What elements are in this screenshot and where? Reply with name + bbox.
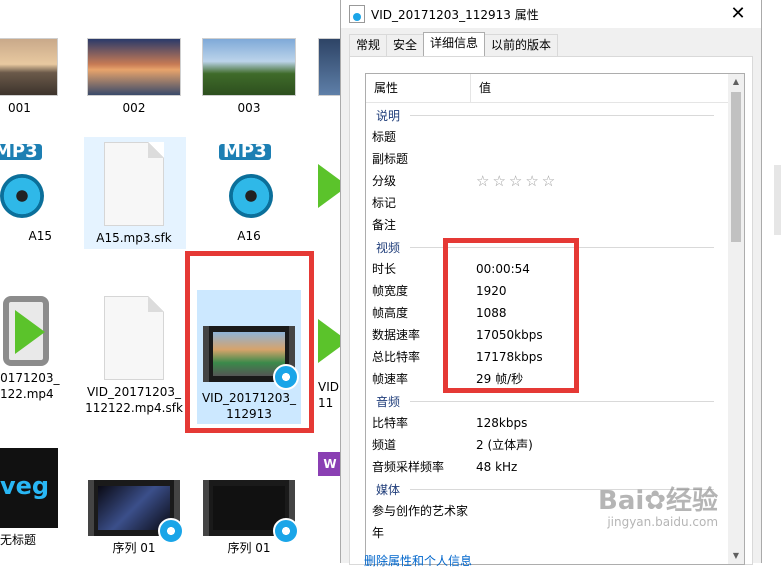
- property-row[interactable]: 分级 ☆☆☆☆☆: [366, 170, 726, 192]
- rating-stars[interactable]: ☆☆☆☆☆: [476, 170, 558, 192]
- scroll-up-arrow-icon[interactable]: ▲: [728, 74, 744, 90]
- file-item-002[interactable]: 002: [84, 38, 184, 116]
- property-name: 标记: [372, 196, 397, 210]
- file-item-sequence-1[interactable]: 序列 01: [84, 480, 184, 556]
- vertical-scrollbar[interactable]: ▲ ▼: [728, 74, 744, 564]
- property-row[interactable]: 副标题: [366, 148, 726, 170]
- media-badge-icon: [273, 518, 299, 544]
- background-window-edge: [760, 0, 781, 563]
- file-item-a15-sfk[interactable]: A15.mp3.sfk: [84, 142, 184, 246]
- blank-file-icon: [104, 142, 164, 226]
- section-title: 媒体: [376, 483, 401, 497]
- video-player-icon: [318, 150, 342, 220]
- property-value: 48 kHz: [476, 460, 518, 474]
- photo-thumbnail: [202, 38, 296, 96]
- property-name: 频道: [372, 438, 397, 452]
- media-badge-icon: [158, 518, 184, 544]
- highlight-box-file: [185, 251, 314, 433]
- property-value: 2 (立体声): [476, 438, 533, 452]
- video-file-icon: [349, 5, 365, 23]
- remove-properties-link[interactable]: 删除属性和个人信息: [364, 552, 472, 569]
- scroll-thumb[interactable]: [731, 92, 741, 242]
- column-property[interactable]: 属性: [366, 74, 471, 102]
- file-label: A16: [237, 229, 261, 243]
- property-row[interactable]: 备注: [366, 214, 726, 236]
- watermark-subtext: jingyan.baidu.com: [607, 515, 719, 529]
- dialog-title: VID_20171203_112913 属性: [371, 7, 539, 22]
- video-player-icon: [318, 305, 342, 375]
- tab-details[interactable]: 详细信息: [423, 32, 486, 56]
- file-item-partial-w[interactable]: W: [318, 452, 342, 476]
- file-label: VID 11: [318, 380, 339, 410]
- property-name: 参与创作的艺术家: [372, 504, 469, 518]
- dialog-titlebar: VID_20171203_112913 属性 ✕: [341, 0, 761, 28]
- highlight-box-video-details: [443, 238, 579, 393]
- file-label: VID_20171203_ 112122.mp4.sfk: [85, 385, 183, 415]
- file-label: A15: [28, 229, 52, 243]
- background-window-sliver: [774, 165, 781, 235]
- property-name: 标题: [372, 130, 397, 144]
- file-item-partial-vid[interactable]: VID 11: [318, 305, 342, 411]
- property-name: 音频采样频率: [372, 460, 445, 474]
- section-divider: [410, 401, 714, 402]
- blank-file-icon: [104, 296, 164, 380]
- tab-bar: 常规 安全 详细信息 以前的版本: [349, 32, 559, 56]
- file-label: _20171203_ 2122.mp4: [0, 371, 60, 401]
- property-value: 128kbps: [476, 416, 528, 430]
- photo-thumbnail: [87, 38, 181, 96]
- photo-thumbnail: [0, 38, 58, 96]
- section-divider: [410, 115, 714, 116]
- scroll-down-arrow-icon[interactable]: ▼: [728, 548, 744, 564]
- file-item-112122-sfk[interactable]: VID_20171203_ 112122.mp4.sfk: [84, 296, 184, 416]
- file-item-partial-video[interactable]: [318, 150, 342, 220]
- vegas-project-icon: veg: [0, 448, 58, 528]
- file-label: A15.mp3.sfk: [96, 231, 172, 245]
- file-label: 002: [122, 101, 146, 115]
- file-item-a16[interactable]: MP3 A16: [199, 142, 299, 244]
- video-thumbnail: [88, 480, 184, 544]
- property-row[interactable]: 频道 2 (立体声): [366, 434, 726, 456]
- file-label: 001: [8, 101, 31, 115]
- file-item-sequence-2[interactable]: 序列 01: [199, 480, 299, 556]
- property-name: 分级: [372, 174, 397, 188]
- property-row[interactable]: 标题: [366, 126, 726, 148]
- close-button[interactable]: ✕: [715, 0, 761, 28]
- section-title: 说明: [376, 109, 401, 123]
- section-title: 音频: [376, 395, 401, 409]
- properties-dialog: VID_20171203_112913 属性 ✕ 常规 安全 详细信息 以前的版…: [340, 0, 762, 568]
- tab-general[interactable]: 常规: [349, 34, 388, 56]
- property-name: 副标题: [372, 152, 409, 166]
- property-name: 比特率: [372, 416, 409, 430]
- column-value[interactable]: 值: [471, 74, 491, 102]
- property-row[interactable]: 音频采样频率 48 kHz: [366, 456, 726, 478]
- video-player-icon: [3, 296, 49, 366]
- property-name: 年: [372, 526, 385, 540]
- mp3-file-icon: MP3: [219, 142, 279, 224]
- file-label: 无标题: [0, 533, 37, 547]
- file-item-partial[interactable]: [318, 38, 348, 96]
- file-item-001[interactable]: 001: [0, 38, 68, 116]
- property-name: 备注: [372, 218, 397, 232]
- file-item-112122-mp4[interactable]: _20171203_ 2122.mp4: [0, 296, 62, 402]
- file-item-untitled[interactable]: veg 无标题: [0, 448, 66, 548]
- watermark-text: Bai✿经验: [598, 486, 719, 516]
- section-description: 说明: [366, 104, 726, 126]
- section-title: 视频: [376, 241, 401, 255]
- video-thumbnail: [203, 480, 299, 544]
- file-label: 003: [237, 101, 261, 115]
- app-file-icon: W: [318, 452, 342, 476]
- column-header: 属性 值: [366, 74, 744, 103]
- mp3-file-icon: MP3: [0, 142, 50, 224]
- tab-security[interactable]: 安全: [386, 34, 425, 56]
- file-item-003[interactable]: 003: [199, 38, 299, 116]
- section-audio: 音频: [366, 390, 726, 412]
- tab-previous-versions[interactable]: 以前的版本: [484, 34, 559, 56]
- property-row[interactable]: 标记: [366, 192, 726, 214]
- file-item-a15[interactable]: MP3 A15: [0, 142, 60, 244]
- property-row[interactable]: 比特率 128kbps: [366, 412, 726, 434]
- watermark: Bai✿经验 jingyan.baidu.com: [598, 480, 718, 529]
